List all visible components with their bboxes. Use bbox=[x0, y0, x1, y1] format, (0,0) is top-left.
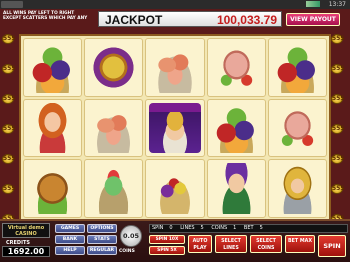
reel-cell bbox=[206, 98, 266, 158]
select-coins-button[interactable]: SELECT COINS bbox=[250, 235, 282, 253]
fruit-symbol-icon bbox=[27, 42, 79, 93]
coin-value-selector[interactable]: 0.05 bbox=[120, 225, 142, 247]
stats-button[interactable]: STATS bbox=[87, 235, 117, 244]
ham-symbol-icon bbox=[210, 42, 262, 93]
reel-cell bbox=[206, 159, 266, 218]
reel-cell bbox=[23, 38, 83, 97]
regular-button[interactable]: REGULAR bbox=[87, 246, 117, 255]
rules-text: ALL WINS PAY LEFT TO RIGHT EXCEPT SCATTE… bbox=[3, 11, 88, 21]
king-symbol-icon bbox=[149, 102, 201, 154]
signal-icon bbox=[306, 1, 320, 7]
line-marker[interactable]: 555 bbox=[331, 94, 345, 104]
jackpot-display: JACKPOT 100,033.79 bbox=[98, 11, 282, 27]
spin-button[interactable]: SPIN bbox=[318, 235, 346, 257]
coins-bet-value: 1 bbox=[233, 225, 237, 231]
bet-max-button[interactable]: BET MAX bbox=[285, 235, 315, 253]
line-marker[interactable]: 555 bbox=[2, 124, 16, 134]
line-marker[interactable]: 555 bbox=[2, 154, 16, 164]
select-lines-button[interactable]: SELECT LINES bbox=[215, 235, 247, 253]
bet-info-row: SPIN 0 LINES 5 COINS 1 BET 5 bbox=[149, 224, 348, 233]
reel-cell bbox=[206, 38, 266, 97]
line-marker[interactable]: 555 bbox=[331, 184, 345, 194]
reel-cell bbox=[145, 98, 205, 158]
line-marker[interactable]: 555 bbox=[2, 34, 16, 44]
spin-10x-button[interactable]: SPIN 10X bbox=[149, 235, 185, 244]
line-marker[interactable]: 555 bbox=[331, 154, 345, 164]
reel-grid bbox=[19, 34, 331, 222]
bank-button[interactable]: BANK bbox=[55, 235, 85, 244]
spin-5x-button[interactable]: SPIN 5X bbox=[149, 246, 185, 255]
reel-cell bbox=[84, 159, 144, 218]
credits-value: 1692.00 bbox=[2, 246, 50, 257]
reel-cell bbox=[267, 159, 327, 218]
games-button[interactable]: GAMES bbox=[55, 224, 85, 233]
line-marker[interactable]: 555 bbox=[331, 34, 345, 44]
bet-value: 5 bbox=[259, 225, 263, 231]
coins-label: COINS bbox=[119, 249, 135, 254]
jester-symbol-icon bbox=[210, 163, 262, 214]
options-button[interactable]: OPTIONS bbox=[87, 224, 117, 233]
jackpot-label: JACKPOT bbox=[105, 13, 163, 27]
jelly-symbol-icon bbox=[88, 163, 140, 214]
line-marker[interactable]: 555 bbox=[2, 94, 16, 104]
line-marker[interactable]: 555 bbox=[331, 64, 345, 74]
reel-cell bbox=[267, 38, 327, 97]
reel-cell bbox=[145, 159, 205, 218]
view-payout-button[interactable]: VIEW PAYOUT bbox=[286, 13, 340, 26]
reel-cell bbox=[23, 159, 83, 218]
status-badge bbox=[1, 1, 23, 8]
bet-label: BET bbox=[243, 225, 254, 231]
auto-play-button[interactable]: AUTO PLAY bbox=[188, 235, 212, 253]
reel-cell bbox=[145, 38, 205, 97]
system-status-bar: 13:37 bbox=[0, 0, 350, 9]
clock: 13:37 bbox=[328, 1, 346, 8]
casino-logo: Virtual demo CASINO bbox=[2, 223, 50, 238]
fruit-symbol-icon bbox=[210, 102, 262, 154]
line-marker[interactable]: 555 bbox=[2, 64, 16, 74]
right-line-markers: 555 555 555 555 555 555 555 bbox=[331, 34, 347, 224]
lines-value: 5 bbox=[200, 225, 204, 231]
left-line-markers: 555 555 555 555 555 555 555 bbox=[2, 34, 18, 224]
shrimp-symbol-icon bbox=[88, 102, 140, 154]
knight-symbol-icon bbox=[271, 163, 323, 214]
reel-cell bbox=[267, 98, 327, 158]
reel-cell bbox=[84, 98, 144, 158]
shrimp-symbol-icon bbox=[149, 42, 201, 93]
lines-label: LINES bbox=[180, 225, 195, 231]
ham-symbol-icon bbox=[271, 102, 323, 154]
dragon-symbol-icon bbox=[88, 42, 140, 93]
help-button[interactable]: HELP bbox=[55, 246, 85, 255]
coins-bet-label: COINS bbox=[211, 225, 228, 231]
reel-cell bbox=[84, 38, 144, 97]
line-marker[interactable]: 555 bbox=[2, 184, 16, 194]
reel-cell bbox=[23, 98, 83, 158]
control-panel: Virtual demo CASINO CREDITS 1692.00 GAME… bbox=[0, 219, 350, 262]
fruit-symbol-icon bbox=[271, 42, 323, 93]
lady-symbol-icon bbox=[27, 102, 79, 154]
spin-label: SPIN bbox=[152, 225, 164, 231]
jackpot-value: 100,033.79 bbox=[216, 13, 277, 27]
spin-value: 0 bbox=[169, 225, 173, 231]
line-marker[interactable]: 555 bbox=[331, 124, 345, 134]
chicken-symbol-icon bbox=[27, 163, 79, 214]
bowl-symbol-icon bbox=[149, 163, 201, 214]
